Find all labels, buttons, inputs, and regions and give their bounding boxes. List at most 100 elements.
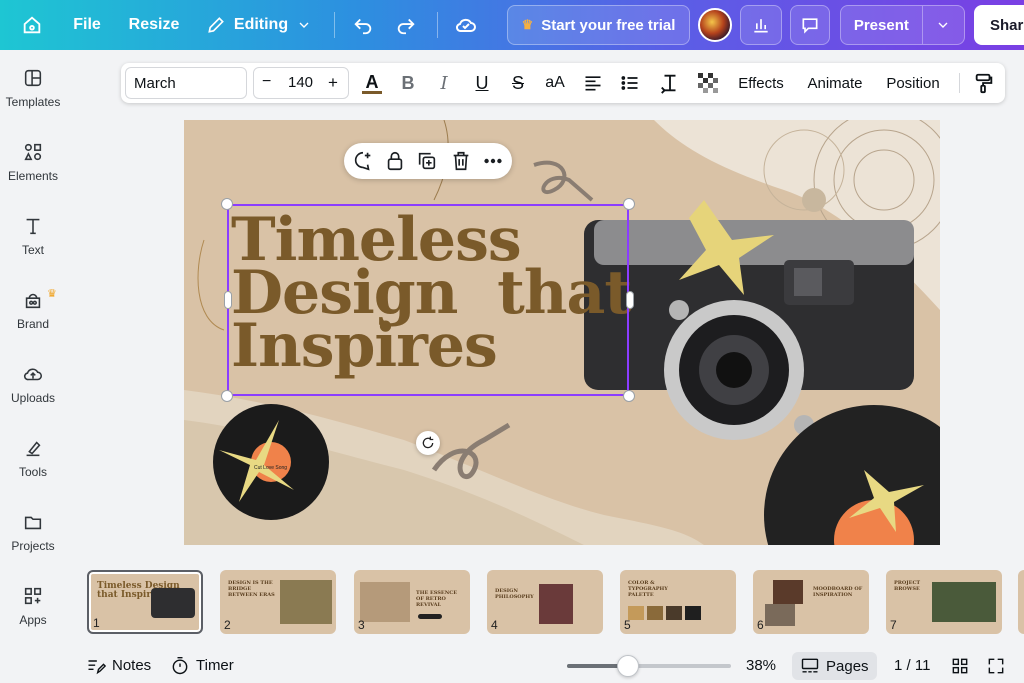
page-thumbnail-partial[interactable]	[1018, 570, 1024, 634]
pencil-icon	[208, 17, 224, 33]
redo-button[interactable]	[391, 0, 421, 50]
sidebar-item-label: Brand	[16, 317, 50, 331]
italic-button[interactable]: I	[431, 63, 457, 103]
page-thumbnail[interactable]: DESIGN IS THE BRIDGE BETWEEN ERAS 2	[220, 570, 336, 634]
copy-style-button[interactable]	[971, 63, 997, 103]
thumbnail-button-shape	[418, 614, 442, 619]
effects-button[interactable]: Effects	[731, 63, 791, 103]
thumbnail-image	[932, 582, 996, 622]
rotate-handle[interactable]	[416, 431, 440, 455]
notes-icon	[88, 659, 106, 674]
sidebar-item-uploads[interactable]: Uploads	[0, 349, 66, 419]
position-button[interactable]: Position	[879, 63, 947, 103]
divider	[959, 73, 960, 93]
apps-icon	[24, 587, 42, 605]
sidebar-item-label: Apps	[19, 613, 47, 627]
align-button[interactable]	[580, 63, 606, 103]
sidebar-item-label: Tools	[18, 465, 47, 479]
letter-case-button[interactable]: aA	[541, 63, 569, 103]
zoom-level[interactable]: 38%	[746, 648, 776, 683]
sidebar-item-brand[interactable]: Brand	[0, 275, 66, 345]
share-button[interactable]: Share	[974, 5, 1024, 45]
page-thumbnail[interactable]: COLOR & TYPOGRAPHY PALETTE 5	[620, 570, 736, 634]
font-size-increase-button[interactable]: +	[328, 73, 338, 93]
zoom-slider-thumb[interactable]	[617, 655, 639, 677]
present-options-button[interactable]	[923, 17, 964, 33]
thumbnail-image	[765, 604, 795, 626]
bold-button[interactable]: B	[395, 63, 421, 103]
sidebar-item-elements[interactable]: Elements	[0, 127, 66, 197]
underline-button[interactable]: U	[469, 63, 495, 103]
zoom-slider[interactable]	[567, 655, 731, 677]
resize-handle-left[interactable]	[224, 291, 232, 309]
page-thumbnail[interactable]: THE ESSENCE OF RETRO REVIVAL 3	[354, 570, 470, 634]
sidebar-item-tools[interactable]: Tools	[0, 423, 66, 493]
grid-view-button[interactable]	[950, 648, 970, 683]
sidebar-item-projects[interactable]: Projects	[0, 497, 66, 567]
resize-handle-bottom-left[interactable]	[221, 390, 233, 402]
comment-add-button[interactable]	[352, 150, 374, 172]
delete-button[interactable]	[450, 150, 472, 172]
page-thumbnail[interactable]: PROJECT BROWSE 7	[886, 570, 1002, 634]
thumbnail-image	[360, 582, 410, 622]
resize-menu[interactable]: Resize	[124, 0, 184, 50]
text-color-button[interactable]: A	[359, 63, 385, 103]
templates-icon	[24, 69, 42, 87]
notes-button[interactable]: Notes	[86, 648, 151, 683]
transparency-icon	[698, 73, 718, 93]
comments-button[interactable]	[790, 5, 830, 45]
font-family-selector[interactable]: March	[125, 67, 247, 99]
free-trial-label: Start your free trial	[541, 16, 676, 34]
bar-chart-icon	[754, 19, 768, 33]
file-menu[interactable]: File	[66, 0, 108, 50]
sidebar-item-templates[interactable]: Templates	[0, 53, 66, 123]
list-button[interactable]	[617, 63, 643, 103]
transparency-button[interactable]	[695, 63, 721, 103]
thumbnail-number: 1	[93, 616, 100, 630]
sidebar-item-label: Text	[21, 243, 44, 257]
analytics-button[interactable]	[740, 5, 782, 45]
resize-handle-top-right[interactable]	[623, 198, 635, 210]
strikethrough-button[interactable]: S	[505, 63, 531, 103]
timer-button[interactable]: Timer	[170, 648, 234, 683]
lock-button[interactable]	[384, 150, 406, 172]
resize-handle-right[interactable]	[626, 291, 634, 309]
pages-button[interactable]: Pages	[792, 652, 877, 680]
page-counter: 1 / 11	[894, 657, 931, 674]
avatar[interactable]	[698, 8, 732, 42]
page-thumbnail[interactable]: MOODBOARD OF INSPIRATION 6	[753, 570, 869, 634]
selection-box	[227, 204, 629, 396]
spacing-button[interactable]	[657, 63, 683, 103]
sidebar-item-apps[interactable]: Apps	[0, 571, 66, 641]
projects-icon	[24, 516, 42, 530]
duplicate-button[interactable]	[416, 150, 438, 172]
fullscreen-button[interactable]	[986, 648, 1006, 683]
resize-handle-bottom-right[interactable]	[623, 390, 635, 402]
font-size-input[interactable]: 140	[288, 74, 313, 91]
thumbnail-title: DESIGN IS THE BRIDGE BETWEEN ERAS	[228, 580, 275, 598]
sidebar-item-label: Templates	[5, 95, 61, 109]
bottom-bar: Notes Timer 38% Pages 1 / 11	[66, 648, 1024, 683]
thumbnail-title: MOODBOARD OF INSPIRATION	[813, 586, 863, 598]
divider	[437, 12, 438, 38]
elements-icon	[24, 143, 42, 161]
pages-icon	[801, 658, 819, 673]
more-options-button[interactable]	[482, 150, 504, 172]
font-size-decrease-button[interactable]: −	[262, 73, 271, 91]
undo-button[interactable]	[348, 0, 378, 50]
underline-icon: U	[475, 72, 489, 93]
resize-handle-top-left[interactable]	[221, 198, 233, 210]
present-button[interactable]: Present	[841, 17, 922, 34]
home-button[interactable]	[14, 0, 50, 50]
thumbnail-number: 4	[491, 618, 498, 632]
tools-icon	[26, 441, 41, 457]
page-thumbnail[interactable]: Timeless Design that Inspires 1	[87, 570, 203, 634]
free-trial-button[interactable]: ♛ Start your free trial	[507, 5, 690, 45]
duplicate-icon	[418, 152, 436, 170]
sidebar-item-text[interactable]: Text	[0, 201, 66, 271]
save-status-button[interactable]	[450, 0, 482, 50]
expand-icon	[988, 658, 1004, 673]
page-thumbnail[interactable]: DESIGN PHILOSOPHY 4	[487, 570, 603, 634]
editing-mode-dropdown[interactable]: Editing	[200, 0, 318, 50]
animate-button[interactable]: Animate	[801, 63, 869, 103]
